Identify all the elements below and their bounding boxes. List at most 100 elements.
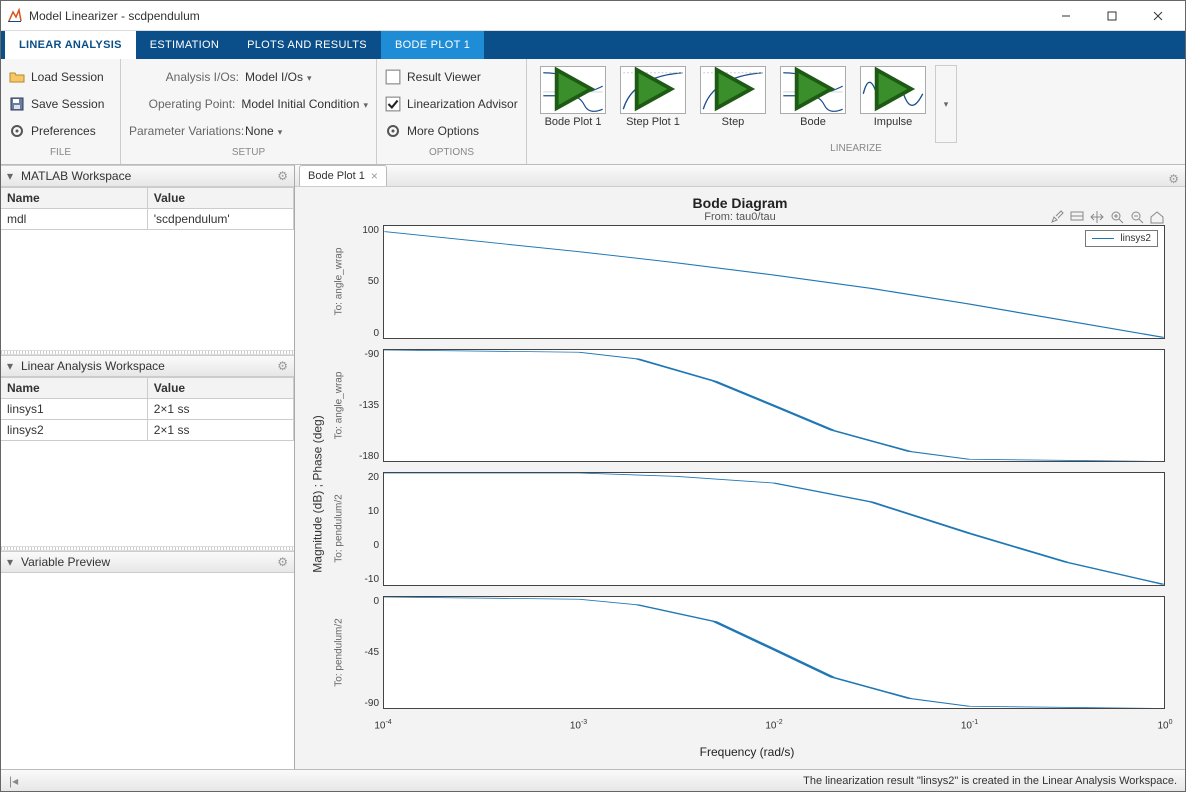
collapse-triangle-icon: ▾ <box>7 359 17 373</box>
gallery-caption: Bode <box>800 116 826 128</box>
left-column: ▾ MATLAB Workspace ⚙ Name Value mdl 'scd… <box>1 165 295 769</box>
file-group-label: FILE <box>9 147 112 164</box>
gallery-caption: Step <box>722 116 745 128</box>
statusbar-text: The linearization result "linsys2" is cr… <box>803 775 1177 787</box>
options-group-label: OPTIONS <box>385 147 518 164</box>
brush-icon[interactable] <box>1049 209 1065 225</box>
yticks: 0-45-90 <box>349 596 383 710</box>
linearization-advisor-checkbox[interactable]: Linearization Advisor <box>385 93 518 115</box>
gallery-item-step-plot-1[interactable]: Step Plot 1 <box>615 63 691 141</box>
subplot-mag-angle-wrap: To: angle_wrap 100500 linsys2 <box>329 225 1165 339</box>
home-icon[interactable] <box>1149 209 1165 225</box>
more-options-label: More Options <box>407 124 479 138</box>
axes[interactable]: linsys2 <box>383 225 1165 339</box>
operating-point-dropdown[interactable]: Model Initial Condition <box>241 97 368 111</box>
subplot-ylabel: To: angle_wrap <box>334 248 345 316</box>
gallery-expand-button[interactable]: ▾ <box>935 65 957 143</box>
save-session-button[interactable]: Save Session <box>9 93 112 115</box>
more-options-button[interactable]: More Options <box>385 120 518 142</box>
plot-xlabel: Frequency (rad/s) <box>329 745 1165 763</box>
gallery-item-impulse[interactable]: Impulse <box>855 63 931 141</box>
legend[interactable]: linsys2 <box>1085 230 1158 247</box>
cell-name: mdl <box>1 209 147 230</box>
doc-tabs-options-icon[interactable]: ⚙ <box>1168 172 1179 186</box>
floppy-disk-icon <box>9 96 25 112</box>
app-window: Model Linearizer - scdpendulum LINEAR AN… <box>0 0 1186 792</box>
param-variations-dropdown[interactable]: None <box>245 124 282 138</box>
column-value[interactable]: Value <box>147 378 293 399</box>
tab-plots-results[interactable]: PLOTS AND RESULTS <box>233 31 381 59</box>
pan-icon[interactable] <box>1089 209 1105 225</box>
table-row[interactable]: mdl 'scdpendulum' <box>1 209 294 230</box>
gallery-item-bode-plot-1[interactable]: Bode Plot 1 <box>535 63 611 141</box>
cell-value: 2×1 ss <box>147 399 293 420</box>
collapse-triangle-icon: ▾ <box>7 169 17 183</box>
window-title: Model Linearizer - scdpendulum <box>29 9 1043 23</box>
param-variations-label: Parameter Variations: <box>129 124 239 138</box>
linearize-gallery: Bode Plot 1 Step Plot 1 Step <box>531 59 1181 143</box>
tab-linear-analysis[interactable]: LINEAR ANALYSIS <box>5 31 136 59</box>
toolstrip-group-options: Result Viewer Linearization Advisor More… <box>377 59 527 164</box>
column-name[interactable]: Name <box>1 188 147 209</box>
bode-thumb-icon <box>780 66 846 114</box>
gallery-caption: Step Plot 1 <box>626 116 680 128</box>
toolstrip-group-setup: Analysis I/Os: Model I/Os Operating Poin… <box>121 59 377 164</box>
column-name[interactable]: Name <box>1 378 147 399</box>
bode-thumb-icon <box>540 66 606 114</box>
axes[interactable] <box>383 472 1165 586</box>
variable-preview-header[interactable]: ▾ Variable Preview ⚙ <box>1 551 294 573</box>
content-area: ▾ MATLAB Workspace ⚙ Name Value mdl 'scd… <box>1 165 1185 769</box>
tab-bode-plot-1[interactable]: BODE PLOT 1 <box>381 31 484 59</box>
setup-group-label: SETUP <box>129 147 368 164</box>
app-logo-icon <box>7 8 23 24</box>
toolstrip-group-linearize: Bode Plot 1 Step Plot 1 Step <box>527 59 1185 164</box>
minimize-button[interactable] <box>1043 1 1089 30</box>
zoom-out-icon[interactable] <box>1129 209 1145 225</box>
matlab-workspace-title: MATLAB Workspace <box>21 169 131 183</box>
impulse-thumb-icon <box>860 66 926 114</box>
analysis-ios-dropdown[interactable]: Model I/Os <box>245 70 312 84</box>
linear-workspace-header[interactable]: ▾ Linear Analysis Workspace ⚙ <box>1 355 294 377</box>
gallery-item-step[interactable]: Step <box>695 63 771 141</box>
titlebar: Model Linearizer - scdpendulum <box>1 1 1185 31</box>
doc-tab-bode-plot-1[interactable]: Bode Plot 1 × <box>299 165 387 186</box>
preferences-label: Preferences <box>31 124 96 138</box>
close-button[interactable] <box>1135 1 1181 30</box>
load-session-label: Load Session <box>31 70 104 84</box>
matlab-workspace-table: Name Value mdl 'scdpendulum' <box>1 187 294 230</box>
step-thumb-icon <box>620 66 686 114</box>
statusbar-history-icon[interactable]: |◂ <box>9 774 18 788</box>
gallery-item-bode[interactable]: Bode <box>775 63 851 141</box>
cell-value: 'scdpendulum' <box>147 209 293 230</box>
doc-tab-label: Bode Plot 1 <box>308 170 365 182</box>
table-row[interactable]: linsys2 2×1 ss <box>1 420 294 441</box>
plot-title: Bode Diagram <box>307 195 1173 211</box>
axes[interactable] <box>383 349 1165 463</box>
variable-preview-body <box>1 573 294 769</box>
load-session-button[interactable]: Load Session <box>9 66 112 88</box>
result-viewer-checkbox[interactable]: Result Viewer <box>385 66 518 88</box>
panel-options-icon[interactable]: ⚙ <box>277 555 288 569</box>
panel-options-icon[interactable]: ⚙ <box>277 169 288 183</box>
axes[interactable] <box>383 596 1165 710</box>
preferences-button[interactable]: Preferences <box>9 120 112 142</box>
maximize-button[interactable] <box>1089 1 1135 30</box>
right-column: Bode Plot 1 × ⚙ Bode Diagram From: tau0/… <box>295 165 1185 769</box>
close-tab-icon[interactable]: × <box>371 169 378 183</box>
document-tabstrip: Bode Plot 1 × ⚙ <box>295 165 1185 187</box>
zoom-in-icon[interactable] <box>1109 209 1125 225</box>
matlab-workspace-header[interactable]: ▾ MATLAB Workspace ⚙ <box>1 165 294 187</box>
subplot-ylabel: To: pendulum/2 <box>334 618 345 686</box>
variable-preview-title: Variable Preview <box>21 555 110 569</box>
tab-estimation[interactable]: ESTIMATION <box>136 31 233 59</box>
panel-options-icon[interactable]: ⚙ <box>277 359 288 373</box>
statusbar: |◂ The linearization result "linsys2" is… <box>1 769 1185 791</box>
table-row[interactable]: linsys1 2×1 ss <box>1 399 294 420</box>
ribbon-tabstrip: LINEAR ANALYSIS ESTIMATION PLOTS AND RES… <box>1 31 1185 59</box>
checkbox-unchecked-icon <box>385 69 401 85</box>
datatips-icon[interactable] <box>1069 209 1085 225</box>
subplot-ylabel: To: pendulum/2 <box>334 495 345 563</box>
column-value[interactable]: Value <box>147 188 293 209</box>
plot-area: Bode Diagram From: tau0/tau Magnitude (d… <box>295 187 1185 769</box>
linear-workspace-title: Linear Analysis Workspace <box>21 359 165 373</box>
